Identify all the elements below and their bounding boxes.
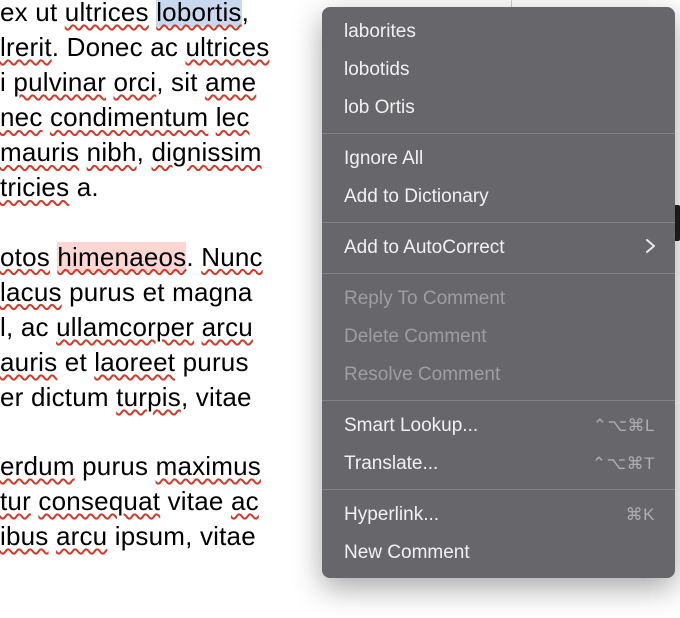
menu-translate[interactable]: Translate... ⌃⌥⌘T [322,445,675,483]
shortcut-label: ⌃⌥⌘L [593,416,655,436]
menu-ignore-all[interactable]: Ignore All [322,140,675,178]
menu-suggestion-3[interactable]: lob Ortis [322,89,675,127]
menu-separator [322,133,675,134]
menu-resolve-comment: Resolve Comment [322,356,675,394]
menu-delete-comment: Delete Comment [322,318,675,356]
menu-add-to-dictionary[interactable]: Add to Dictionary [322,178,675,216]
menu-suggestion-2[interactable]: lobotids [322,51,675,89]
context-menu: laborites lobotids lob Ortis Ignore All … [322,7,675,578]
shortcut-label: ⌘K [626,505,655,525]
menu-separator [322,273,675,274]
menu-separator [322,400,675,401]
menu-add-to-autocorrect[interactable]: Add to AutoCorrect [322,229,675,267]
menu-separator [322,222,675,223]
menu-suggestion-1[interactable]: laborites [322,13,675,51]
selected-word[interactable]: lobortis [156,0,241,27]
chevron-right-icon [646,239,655,258]
menu-new-comment[interactable]: New Comment [322,534,675,572]
shortcut-label: ⌃⌥⌘T [592,454,655,474]
menu-reply-to-comment: Reply To Comment [322,280,675,318]
menu-smart-lookup[interactable]: Smart Lookup... ⌃⌥⌘L [322,407,675,445]
menu-separator [322,489,675,490]
highlighted-word[interactable]: himenaeos [57,242,186,272]
menu-hyperlink[interactable]: Hyperlink... ⌘K [322,496,675,534]
